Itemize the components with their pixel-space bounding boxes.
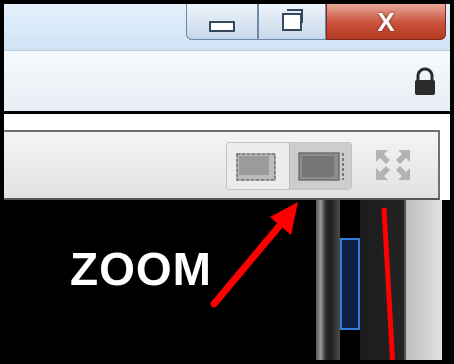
annotation-label: ZOOM — [70, 243, 212, 295]
window-edge — [404, 200, 442, 360]
fullscreen-button[interactable] — [372, 146, 414, 184]
minimize-button[interactable] — [186, 4, 258, 40]
lock-icon — [415, 67, 435, 95]
fullscreen-icon — [376, 150, 410, 180]
window-title-bar: X — [4, 4, 450, 51]
view-mode-group — [226, 142, 352, 190]
restore-button[interactable] — [258, 4, 326, 40]
video-toolbar — [4, 130, 440, 200]
close-button[interactable]: X — [326, 4, 446, 40]
timeline-thumb[interactable] — [340, 238, 360, 330]
close-icon: X — [377, 6, 395, 37]
minimize-icon — [209, 21, 235, 32]
zoom-view-button[interactable] — [289, 143, 351, 189]
zoom-view-icon — [298, 152, 344, 181]
normal-view-button[interactable] — [227, 143, 289, 189]
address-bar[interactable] — [4, 51, 450, 114]
screenshot-frame: X ZOOM — [0, 0, 454, 364]
restore-icon — [282, 8, 303, 31]
normal-view-icon — [236, 153, 276, 181]
video-area: ZOOM — [4, 200, 450, 360]
panel-gap — [4, 114, 450, 130]
video-frame-edge — [316, 200, 340, 360]
